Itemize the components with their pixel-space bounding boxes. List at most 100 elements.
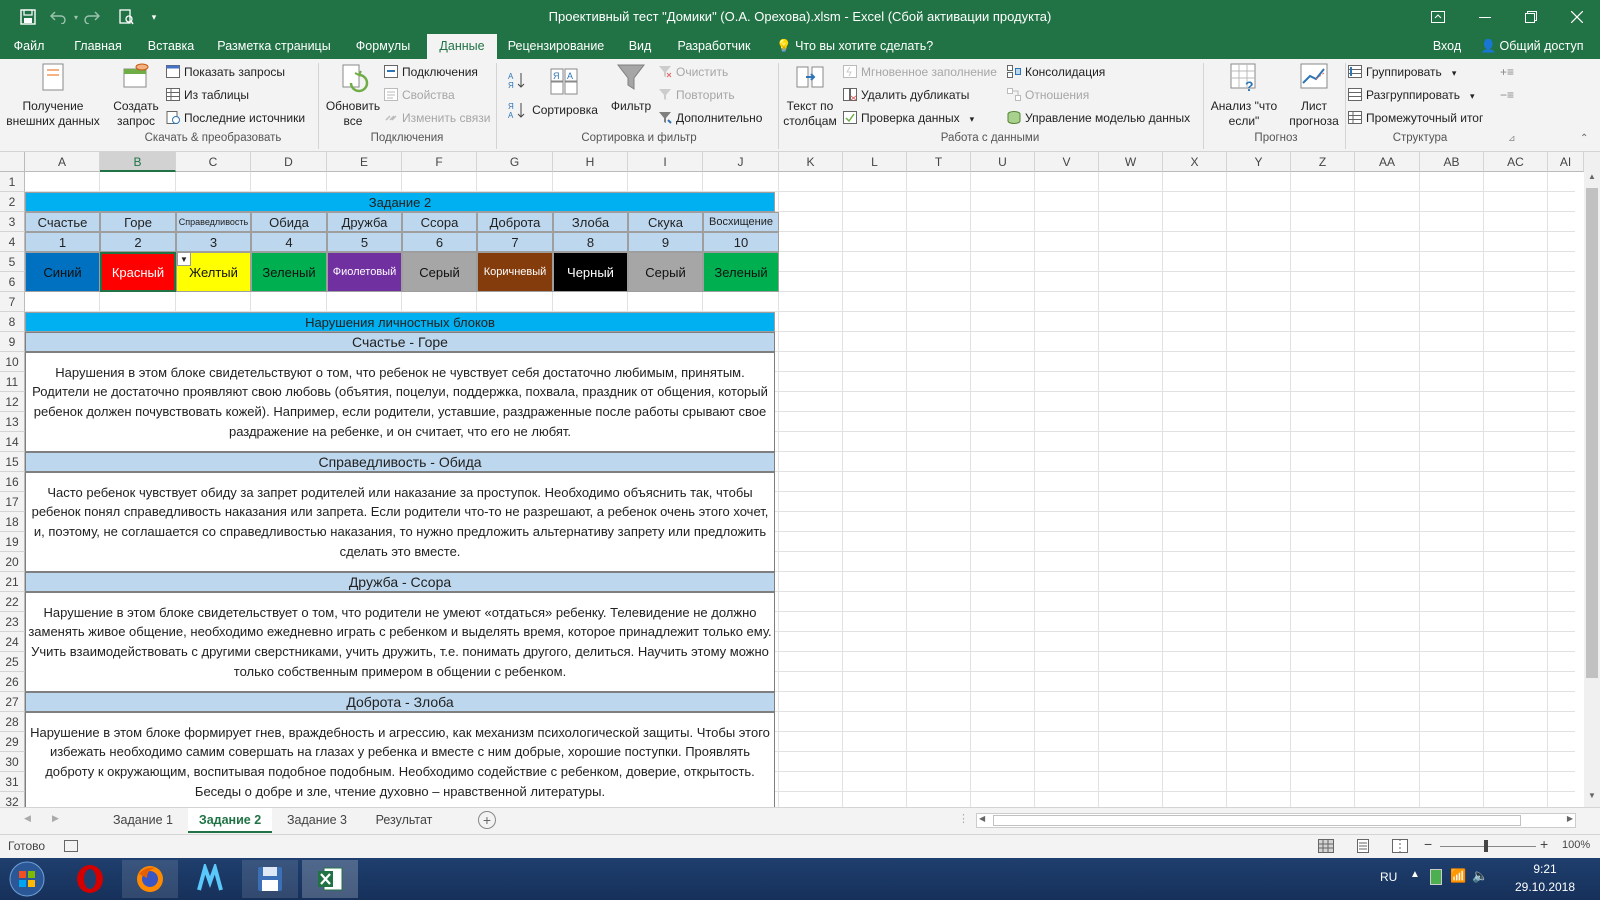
color-cell[interactable]: Серый [628,252,703,292]
column-header-j[interactable]: J [703,152,779,172]
column-header-a[interactable]: A [25,152,100,172]
emotion-header-cell[interactable]: Доброта [477,212,553,232]
column-header-d[interactable]: D [251,152,327,172]
emotion-header-cell[interactable]: Злоба [553,212,628,232]
clock-time[interactable]: 9:21 [1500,862,1590,876]
section-title-friendship[interactable]: Дружба - Ссора [25,572,775,592]
row-header-29[interactable]: 29 [0,732,25,752]
column-header-h[interactable]: H [553,152,628,172]
column-header-k[interactable]: K [779,152,843,172]
row-header-7[interactable]: 7 [0,292,25,312]
advanced-filter-button[interactable]: Дополнительно [658,111,762,125]
sheet-tab-result[interactable]: Результат [362,808,446,833]
emotion-header-cell[interactable]: Скука [628,212,703,232]
row-header-32[interactable]: 32 [0,792,25,807]
text-to-columns-button[interactable]: Текст по столбцам [780,61,840,129]
number-cell[interactable]: 5 [327,232,402,252]
zoom-slider-thumb[interactable] [1484,840,1488,852]
row-header-8[interactable]: 8 [0,312,25,332]
customize-qat-icon[interactable]: ▾ [144,7,164,27]
edit-links-button[interactable]: Изменить связи [384,111,490,125]
create-query-button[interactable]: Создать запрос [108,61,164,129]
row-header-10[interactable]: 10 [0,352,25,372]
minimize-icon[interactable] [1462,0,1508,34]
color-cell[interactable]: Красный [100,252,176,292]
close-icon[interactable] [1554,0,1600,34]
page-break-view-icon[interactable] [1392,839,1408,856]
row-header-31[interactable]: 31 [0,772,25,792]
zoom-out-icon[interactable]: − [1424,836,1432,852]
clock-date[interactable]: 29.10.2018 [1500,880,1590,894]
emotion-header-cell[interactable]: Счастье [25,212,100,232]
column-header-z[interactable]: Z [1291,152,1355,172]
save-icon[interactable] [18,7,38,27]
firefox-icon[interactable] [122,860,178,898]
sort-az-icon[interactable]: AЯ [508,71,526,92]
emotion-header-cell[interactable]: Горе [100,212,176,232]
share-button[interactable]: 👤 Общий доступ [1472,34,1592,59]
row-header-15[interactable]: 15 [0,452,25,472]
color-cell[interactable]: Черный [553,252,628,292]
show-detail-icon[interactable]: +≡ [1500,65,1514,79]
tray-expand-icon[interactable]: ▲ [1410,869,1420,880]
media-app-icon[interactable] [182,860,238,898]
sort-button[interactable]: ЯА Сортировка [530,65,600,118]
column-header-w[interactable]: W [1099,152,1163,172]
row-header-14[interactable]: 14 [0,432,25,452]
tab-data[interactable]: Данные [427,34,497,59]
row-header-9[interactable]: 9 [0,332,25,352]
row-header-23[interactable]: 23 [0,612,25,632]
emotion-header-cell[interactable]: Справедливость [176,212,251,232]
number-cell[interactable]: 1 [25,232,100,252]
refresh-all-button[interactable]: Обновить все [322,61,384,129]
row-header-1[interactable]: 1 [0,172,25,192]
number-cell[interactable]: 2 [100,232,176,252]
row-header-2[interactable]: 2 [0,192,25,212]
opera-icon[interactable] [62,860,118,898]
properties-button[interactable]: Свойства [384,88,455,102]
add-sheet-icon[interactable]: + [478,811,496,829]
get-external-data-button[interactable]: Получение внешних данных [2,61,104,129]
color-cell[interactable]: Зеленый [251,252,327,292]
group-button[interactable]: Группировать ▾ [1348,65,1456,79]
column-header-c[interactable]: C [176,152,251,172]
color-cell[interactable]: Зеленый [703,252,779,292]
next-sheet-icon[interactable]: ▶ [52,813,59,824]
number-cell[interactable]: 6 [402,232,477,252]
row-header-6[interactable]: 6 [0,272,25,292]
reapply-button[interactable]: Повторить [658,88,735,102]
show-queries-button[interactable]: Показать запросы [166,65,285,79]
connections-button[interactable]: Подключения [384,65,478,79]
tell-me-box[interactable]: 💡 Что вы хотите сделать? [776,34,936,59]
row-header-3[interactable]: 3 [0,212,25,232]
column-header-i[interactable]: I [628,152,703,172]
row-header-18[interactable]: 18 [0,512,25,532]
consolidate-button[interactable]: Консолидация [1007,65,1105,79]
tab-insert[interactable]: Вставка [138,34,204,59]
save-app-icon[interactable] [242,860,298,898]
row-header-28[interactable]: 28 [0,712,25,732]
row-header-13[interactable]: 13 [0,412,25,432]
column-header-u[interactable]: U [971,152,1035,172]
undo-icon[interactable] [48,7,68,27]
section-text-kindness[interactable]: Нарушение в этом блоке формирует гнев, в… [25,712,775,807]
section-title-justice[interactable]: Справедливость - Обида [25,452,775,472]
tab-file[interactable]: Файл [4,34,54,59]
sheet-tab-task1[interactable]: Задание 1 [102,808,184,833]
row-header-27[interactable]: 27 [0,692,25,712]
color-cell[interactable]: Коричневый [477,252,553,292]
row-header-17[interactable]: 17 [0,492,25,512]
section-text-happiness[interactable]: Нарушения в этом блоке свидетельствуют о… [25,352,775,452]
sheet-tab-task3[interactable]: Задание 3 [276,808,358,833]
print-preview-icon[interactable] [116,7,136,27]
vertical-scrollbar[interactable]: ▲ ▼ [1584,152,1600,807]
tab-home[interactable]: Главная [62,34,134,59]
start-button[interactable] [0,860,54,898]
tab-review[interactable]: Рецензирование [503,34,609,59]
sign-in-link[interactable]: Вход [1427,34,1467,59]
tab-view[interactable]: Вид [620,34,660,59]
column-header-l[interactable]: L [843,152,907,172]
column-header-t[interactable]: T [907,152,971,172]
scroll-up-icon[interactable]: ▲ [1584,172,1600,186]
number-cell[interactable]: 9 [628,232,703,252]
